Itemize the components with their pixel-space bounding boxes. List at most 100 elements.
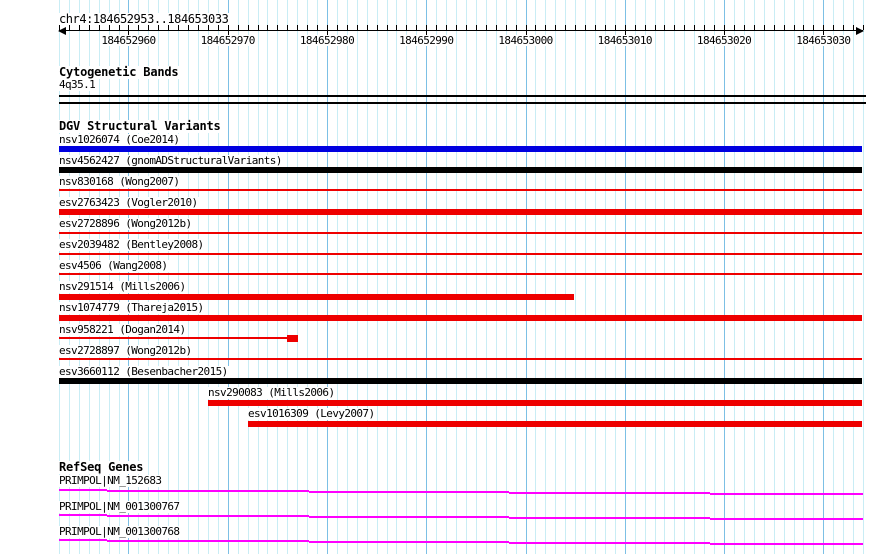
ruler-minor-tick bbox=[158, 25, 160, 30]
variant-label-esv1016309[interactable]: esv1016309 (Levy2007) bbox=[248, 408, 377, 420]
ruler-tick-label: 184652990 bbox=[398, 34, 455, 47]
variant-bar-nsv830168[interactable] bbox=[59, 189, 862, 191]
variant-bar-esv1016309[interactable] bbox=[248, 421, 862, 427]
gene-line-segment-NM_152683[interactable] bbox=[208, 490, 309, 492]
gene-line-segment-NM_152683[interactable] bbox=[107, 490, 208, 492]
gene-line-segment-NM_001300767[interactable] bbox=[208, 515, 309, 517]
ruler-minor-tick bbox=[575, 25, 577, 30]
gridline bbox=[644, 0, 646, 554]
variant-bar-nsv1026074[interactable] bbox=[59, 146, 862, 152]
variant-bar-esv2039482[interactable] bbox=[59, 253, 862, 255]
variant-bar-esv2728896[interactable] bbox=[59, 232, 862, 234]
gene-line-segment-NM_001300767[interactable] bbox=[409, 516, 509, 518]
gene-line-segment-NM_001300768[interactable] bbox=[811, 543, 863, 545]
gene-line-segment-NM_001300768[interactable] bbox=[208, 540, 309, 542]
ruler-minor-tick bbox=[336, 25, 338, 30]
gene-label-NM_001300768[interactable]: PRIMPOL|NM_001300768 bbox=[59, 526, 182, 538]
variant-bar-nsv1074779[interactable] bbox=[59, 315, 862, 321]
variant-bar-nsv291514[interactable] bbox=[59, 294, 574, 300]
gridline bbox=[535, 0, 537, 554]
ruler-minor-tick bbox=[733, 25, 735, 30]
variant-label-nsv291514[interactable]: nsv291514 (Mills2006) bbox=[59, 281, 188, 293]
gridline bbox=[475, 0, 477, 554]
gene-line-segment-NM_001300767[interactable] bbox=[509, 517, 609, 519]
ruler-minor-tick bbox=[247, 25, 249, 30]
ruler-tick-label: 184652980 bbox=[299, 34, 355, 47]
variant-label-nsv1026074[interactable]: nsv1026074 (Coe2014) bbox=[59, 134, 182, 146]
ruler-minor-tick bbox=[595, 25, 596, 30]
gene-line-segment-NM_152683[interactable] bbox=[811, 493, 863, 495]
gene-line-segment-NM_001300768[interactable] bbox=[59, 539, 107, 541]
gene-line-segment-NM_152683[interactable] bbox=[409, 491, 509, 493]
gridline bbox=[773, 0, 775, 554]
variant-label-esv4506[interactable]: esv4506 (Wang2008) bbox=[59, 260, 170, 272]
gridline bbox=[674, 0, 676, 554]
gene-line-segment-NM_001300768[interactable] bbox=[409, 541, 509, 543]
gene-line-segment-NM_152683[interactable] bbox=[509, 492, 609, 494]
ruler-minor-tick bbox=[674, 25, 676, 30]
gene-line-segment-NM_001300767[interactable] bbox=[609, 517, 710, 519]
gene-line-segment-NM_001300767[interactable] bbox=[309, 516, 409, 518]
variant-label-nsv830168[interactable]: nsv830168 (Wong2007) bbox=[59, 176, 182, 188]
gene-line-segment-NM_001300768[interactable] bbox=[107, 540, 208, 542]
variant-label-esv2039482[interactable]: esv2039482 (Bentley2008) bbox=[59, 239, 206, 251]
variant-bar-esv3660112[interactable] bbox=[59, 378, 862, 384]
ruler-minor-tick bbox=[763, 25, 765, 30]
variant-bar-esv2763423[interactable] bbox=[59, 209, 862, 215]
gridline bbox=[396, 0, 398, 554]
gene-line-segment-NM_001300768[interactable] bbox=[309, 541, 409, 543]
gridline bbox=[158, 0, 160, 554]
ruler-minor-tick bbox=[753, 25, 755, 30]
variant-bar-nsv290083[interactable] bbox=[208, 400, 862, 406]
ruler-minor-tick bbox=[853, 25, 855, 30]
gridline bbox=[803, 0, 805, 554]
gene-line-segment-NM_001300767[interactable] bbox=[59, 514, 107, 516]
cytoband-label: 4q35.1 bbox=[59, 78, 98, 91]
gene-line-segment-NM_001300767[interactable] bbox=[811, 518, 863, 520]
gene-line-segment-NM_001300767[interactable] bbox=[107, 515, 208, 517]
gridline bbox=[297, 0, 299, 554]
gene-line-segment-NM_152683[interactable] bbox=[609, 492, 710, 494]
variant-bar-esv4506[interactable] bbox=[59, 273, 862, 275]
ruler-minor-tick bbox=[485, 25, 487, 30]
gene-line-segment-NM_152683[interactable] bbox=[710, 493, 811, 495]
variant-label-esv3660112[interactable]: esv3660112 (Besenbacher2015) bbox=[59, 366, 230, 378]
variant-box-nsv958221[interactable] bbox=[287, 335, 298, 342]
gridline bbox=[555, 0, 557, 554]
variant-bar-nsv4562427[interactable] bbox=[59, 167, 862, 173]
gene-line-segment-NM_001300767[interactable] bbox=[710, 518, 811, 520]
gridline bbox=[545, 0, 547, 554]
ruler-minor-tick bbox=[644, 25, 646, 30]
gene-line-segment-NM_152683[interactable] bbox=[59, 489, 107, 491]
variant-label-esv2763423[interactable]: esv2763423 (Vogler2010) bbox=[59, 197, 200, 209]
ruler-minor-tick bbox=[654, 25, 656, 30]
gridline bbox=[257, 0, 259, 554]
gene-line-segment-NM_152683[interactable] bbox=[309, 491, 409, 493]
ruler-tick-label: 184652960 bbox=[100, 34, 157, 47]
variant-label-esv2728896[interactable]: esv2728896 (Wong2012b) bbox=[59, 218, 194, 230]
variant-bar-nsv958221[interactable] bbox=[59, 337, 287, 339]
gridline bbox=[575, 0, 577, 554]
gridline bbox=[823, 0, 825, 554]
gene-line-segment-NM_001300768[interactable] bbox=[609, 542, 710, 544]
ruler-minor-tick bbox=[148, 25, 150, 30]
variant-label-nsv1074779[interactable]: nsv1074779 (Thareja2015) bbox=[59, 302, 206, 314]
gridline bbox=[197, 0, 199, 554]
gridline bbox=[595, 0, 596, 554]
gridline bbox=[168, 0, 170, 554]
gene-line-segment-NM_001300768[interactable] bbox=[710, 543, 811, 545]
variant-label-nsv290083[interactable]: nsv290083 (Mills2006) bbox=[208, 387, 337, 399]
gridline bbox=[336, 0, 338, 554]
ruler-minor-tick bbox=[197, 25, 199, 30]
ruler-minor-tick bbox=[257, 25, 259, 30]
variant-label-nsv958221[interactable]: nsv958221 (Dogan2014) bbox=[59, 324, 188, 336]
variant-label-esv2728897[interactable]: esv2728897 (Wong2012b) bbox=[59, 345, 194, 357]
gene-label-NM_152683[interactable]: PRIMPOL|NM_152683 bbox=[59, 475, 164, 487]
variant-bar-esv2728897[interactable] bbox=[59, 358, 862, 360]
gene-label-NM_001300767[interactable]: PRIMPOL|NM_001300767 bbox=[59, 501, 182, 513]
gene-line-segment-NM_001300768[interactable] bbox=[509, 542, 609, 544]
variant-label-nsv4562427[interactable]: nsv4562427 (gnomADStructuralVariants) bbox=[59, 155, 284, 167]
ruler-minor-tick bbox=[565, 25, 567, 30]
gridline bbox=[585, 0, 587, 554]
gridline bbox=[346, 0, 348, 554]
